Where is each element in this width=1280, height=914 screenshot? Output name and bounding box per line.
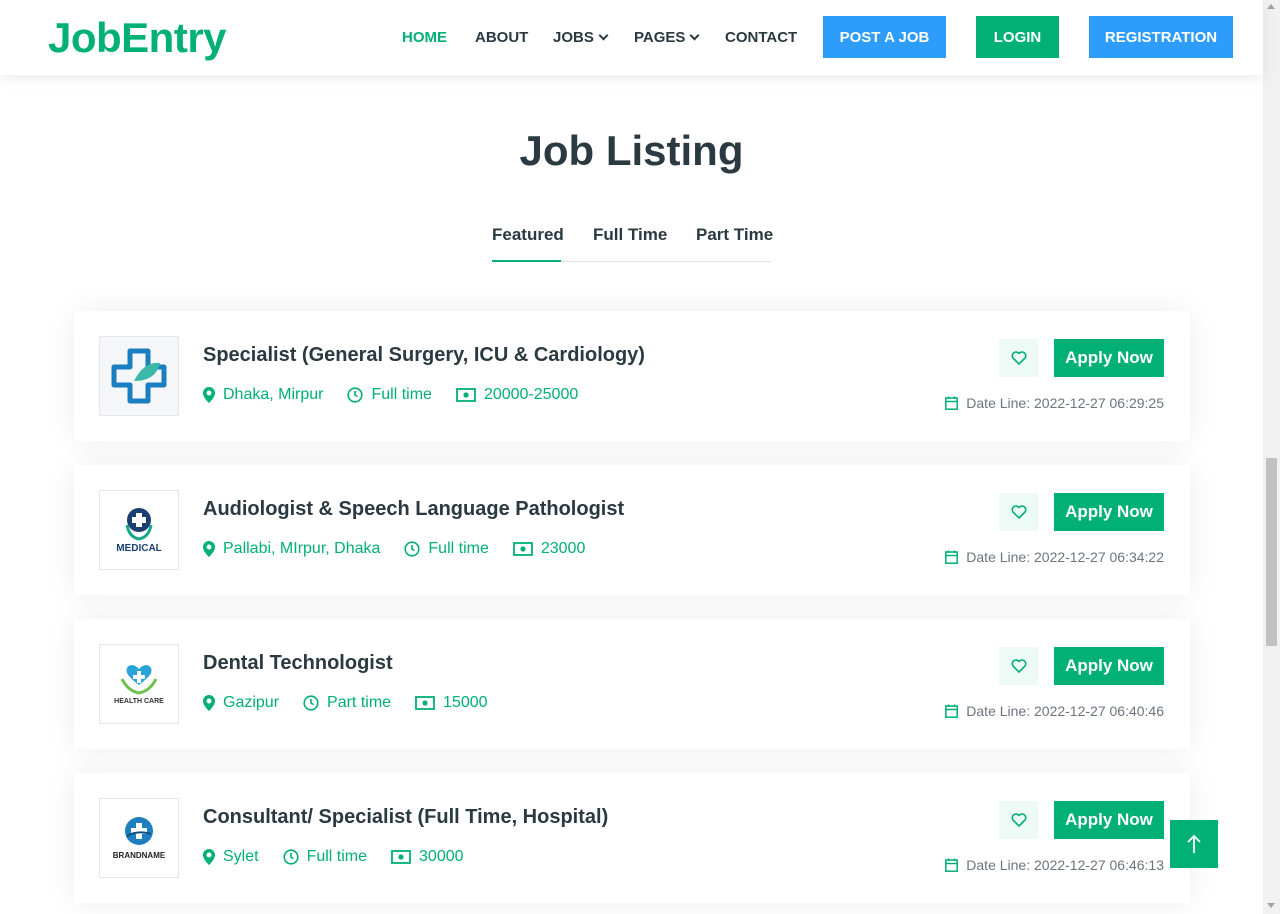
tab-featured[interactable]: Featured: [492, 225, 564, 245]
map-marker-icon: [203, 849, 215, 865]
apply-now-button[interactable]: Apply Now: [1054, 647, 1164, 685]
company-logo: HEALTH CARE: [99, 644, 179, 724]
login-button[interactable]: LOGIN: [976, 16, 1059, 58]
nav-about[interactable]: ABOUT: [475, 27, 528, 47]
job-type: Full time: [428, 540, 489, 557]
job-salary: 20000-25000: [483, 386, 579, 403]
medical-cross-logo-icon: [111, 348, 167, 404]
job-location: Dhaka, Mirpur: [223, 386, 324, 403]
map-marker-icon: [203, 387, 215, 403]
date-line: Date Line: 2022-12-27 06:46:13: [945, 857, 1164, 873]
brand-logo[interactable]: JobEntry: [48, 14, 227, 62]
active-tab-indicator: [492, 260, 561, 262]
tab-part-time[interactable]: Part Time: [696, 225, 773, 245]
date-line: Date Line: 2022-12-27 06:29:25: [945, 395, 1164, 411]
favorite-button[interactable]: [999, 339, 1038, 377]
company-logo: BRANDNAME: [99, 798, 179, 878]
job-meta: Gazipur Part time 15000: [203, 694, 512, 712]
date-line-text: Date Line: 2022-12-27 06:29:25: [966, 395, 1164, 411]
registration-button[interactable]: REGISTRATION: [1089, 16, 1233, 58]
map-marker-icon: [203, 541, 215, 557]
apply-now-button[interactable]: Apply Now: [1054, 493, 1164, 531]
date-line-text: Date Line: 2022-12-27 06:40:46: [966, 703, 1164, 719]
job-title[interactable]: Audiologist & Speech Language Pathologis…: [203, 498, 624, 521]
company-logo: MEDICAL: [99, 490, 179, 570]
job-type: Part time: [327, 694, 392, 711]
job-card: MEDICAL Audiologist & Speech Language Pa…: [74, 465, 1190, 595]
job-meta: Sylet Full time 30000: [203, 848, 488, 866]
site-header: JobEntry HOME ABOUT JOBS PAGES CONTACT P…: [0, 0, 1263, 75]
job-salary: 15000: [443, 694, 488, 711]
money-bill-icon: [456, 388, 476, 402]
date-line-text: Date Line: 2022-12-27 06:34:22: [966, 549, 1164, 565]
nav-home[interactable]: HOME: [402, 27, 447, 47]
heart-icon: [1010, 659, 1027, 673]
job-salary: 30000: [419, 848, 464, 865]
date-line: Date Line: 2022-12-27 06:34:22: [945, 549, 1164, 565]
money-bill-icon: [512, 542, 533, 556]
logo-text: HEALTH CARE: [114, 698, 164, 705]
money-bill-icon: [415, 696, 435, 710]
medical-logo-icon: [125, 507, 153, 541]
job-title[interactable]: Specialist (General Surgery, ICU & Cardi…: [203, 344, 645, 367]
chevron-down-icon: [689, 30, 700, 40]
clock-icon: [404, 541, 421, 557]
apply-now-button[interactable]: Apply Now: [1054, 801, 1164, 839]
post-job-button[interactable]: POST A JOB: [823, 16, 946, 58]
job-type: Full time: [306, 848, 368, 865]
job-location: Pallabi, MIrpur, Dhaka: [223, 540, 381, 557]
scroll-thumb[interactable]: [1266, 458, 1277, 646]
back-to-top-button[interactable]: [1170, 820, 1218, 868]
brandname-logo-icon: [125, 817, 153, 845]
clock-icon: [347, 387, 364, 403]
job-meta: Dhaka, Mirpur Full time 20000-25000: [203, 386, 602, 404]
heart-icon: [1010, 351, 1027, 365]
job-location: Sylet: [223, 848, 259, 865]
calendar-icon: [945, 396, 959, 410]
health-care-logo-icon: [120, 665, 158, 695]
job-title[interactable]: Dental Technologist: [203, 652, 393, 675]
heart-icon: [1010, 505, 1027, 519]
calendar-icon: [945, 858, 959, 872]
job-card: HEALTH CARE Dental Technologist Gazipur …: [74, 619, 1190, 749]
money-bill-icon: [391, 850, 411, 864]
job-salary: 23000: [540, 540, 586, 557]
arrow-up-icon: [1187, 834, 1201, 853]
chevron-down-icon: [598, 30, 609, 40]
page-title: Job Listing: [519, 127, 744, 174]
nav-pages[interactable]: PAGES: [634, 27, 700, 47]
nav-contact[interactable]: CONTACT: [725, 27, 797, 47]
favorite-button[interactable]: [999, 647, 1038, 685]
clock-icon: [303, 695, 319, 711]
heart-icon: [1010, 813, 1027, 827]
nav-jobs-label: JOBS: [553, 28, 594, 46]
nav-jobs[interactable]: JOBS: [553, 27, 609, 47]
scroll-up-arrow-icon[interactable]: [1267, 4, 1275, 9]
scroll-down-arrow-icon[interactable]: [1267, 903, 1275, 908]
job-meta: Pallabi, MIrpur, Dhaka Full time 23000: [203, 540, 609, 558]
date-line: Date Line: 2022-12-27 06:40:46: [945, 703, 1164, 719]
calendar-icon: [945, 550, 959, 564]
page-scrollbar[interactable]: [1263, 0, 1280, 914]
favorite-button[interactable]: [999, 801, 1038, 839]
job-card: BRANDNAME Consultant/ Specialist (Full T…: [74, 773, 1190, 903]
company-logo: [99, 336, 179, 416]
calendar-icon: [945, 704, 959, 718]
clock-icon: [282, 849, 299, 865]
logo-text: BRANDNAME: [112, 851, 166, 860]
tab-full-time[interactable]: Full Time: [593, 225, 667, 245]
job-location: Gazipur: [223, 694, 280, 711]
logo-text: MEDICAL: [116, 542, 162, 554]
date-line-text: Date Line: 2022-12-27 06:46:13: [966, 857, 1164, 873]
job-card: Specialist (General Surgery, ICU & Cardi…: [74, 311, 1190, 441]
nav-pages-label: PAGES: [634, 28, 686, 46]
favorite-button[interactable]: [999, 493, 1038, 531]
apply-now-button[interactable]: Apply Now: [1054, 339, 1164, 377]
job-type: Full time: [371, 386, 432, 403]
map-marker-icon: [203, 695, 215, 711]
job-title[interactable]: Consultant/ Specialist (Full Time, Hospi…: [203, 806, 608, 829]
